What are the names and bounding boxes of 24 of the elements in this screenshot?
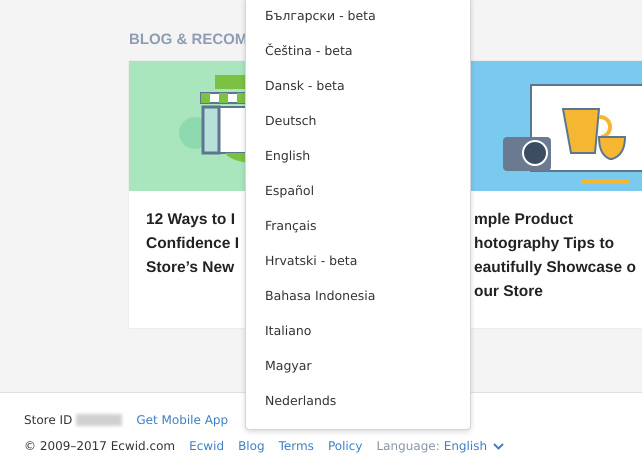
redacted-block bbox=[76, 414, 122, 426]
footer-link[interactable]: Policy bbox=[328, 439, 362, 453]
footer-link[interactable]: Blog bbox=[238, 439, 265, 453]
language-option[interactable]: Nederlands bbox=[246, 383, 470, 418]
footer-link[interactable]: Terms bbox=[278, 439, 314, 453]
mobile-app-link[interactable]: Get Mobile App bbox=[136, 413, 228, 427]
language-selector[interactable]: English bbox=[444, 439, 504, 453]
language-option[interactable]: Čeština - beta bbox=[246, 33, 470, 68]
store-id-label: Store ID bbox=[24, 413, 72, 427]
language-option[interactable]: Español bbox=[246, 173, 470, 208]
language-option[interactable]: Hrvatski - beta bbox=[246, 243, 470, 278]
language-option[interactable]: English bbox=[246, 138, 470, 173]
article-title[interactable]: 12 Ways to I Confidence I Store’s New bbox=[129, 191, 240, 280]
language-label: Language: bbox=[376, 439, 440, 453]
language-option[interactable]: Български - beta bbox=[246, 0, 470, 33]
language-option[interactable]: Magyar bbox=[246, 348, 470, 383]
language-option[interactable]: Bahasa Indonesia bbox=[246, 278, 470, 313]
footer-link[interactable]: Ecwid bbox=[189, 439, 224, 453]
chevron-down-icon bbox=[493, 442, 504, 450]
language-option[interactable]: Français bbox=[246, 208, 470, 243]
copyright-text: © 2009–2017 Ecwid.com bbox=[24, 439, 176, 453]
language-option[interactable]: Italiano bbox=[246, 313, 470, 348]
language-option[interactable]: Dansk - beta bbox=[246, 68, 470, 103]
language-option[interactable]: Deutsch bbox=[246, 103, 470, 138]
